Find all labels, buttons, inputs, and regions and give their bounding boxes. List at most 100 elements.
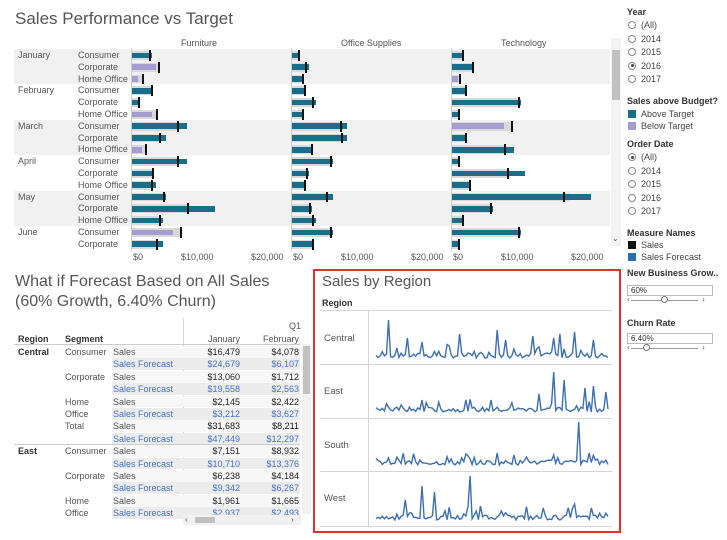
sales-bar[interactable] bbox=[451, 87, 465, 94]
scrollbar-thumb[interactable] bbox=[612, 50, 620, 100]
performance-scrollbar[interactable]: ⌄ bbox=[611, 38, 621, 246]
sales-bar[interactable] bbox=[451, 76, 458, 82]
measure-names-legend-item[interactable]: Sales Forecast bbox=[628, 252, 701, 262]
radio-icon[interactable] bbox=[628, 61, 636, 70]
slider-right-arrow-icon[interactable]: › bbox=[702, 295, 705, 304]
radio-icon[interactable] bbox=[628, 180, 636, 188]
measure-names-legend-item[interactable]: Sales bbox=[628, 240, 664, 250]
sales-bar[interactable] bbox=[451, 64, 472, 71]
sales-bar[interactable] bbox=[451, 205, 493, 212]
new-business-growth-slider-handle[interactable] bbox=[661, 296, 668, 303]
sales-bar[interactable] bbox=[131, 64, 156, 71]
year-option[interactable]: 2016 bbox=[628, 61, 661, 71]
target-marker bbox=[155, 109, 158, 120]
segment-cell: Home bbox=[65, 396, 90, 407]
sales-bar[interactable] bbox=[131, 217, 163, 224]
color-swatch-icon bbox=[628, 241, 636, 249]
order-date-option[interactable]: 2016 bbox=[628, 193, 661, 203]
sales-bar[interactable] bbox=[291, 158, 333, 165]
sales-bar[interactable] bbox=[131, 158, 187, 165]
order-date-option[interactable]: 2015 bbox=[628, 179, 661, 189]
sales-bar[interactable] bbox=[451, 135, 465, 141]
order-date-option[interactable]: 2017 bbox=[628, 206, 661, 216]
sales-bar[interactable] bbox=[451, 241, 458, 248]
forecast-vertical-scrollbar[interactable] bbox=[302, 344, 311, 514]
sales-bar[interactable] bbox=[131, 87, 152, 94]
churn-rate-slider[interactable] bbox=[631, 348, 698, 349]
sales-bar[interactable] bbox=[131, 170, 152, 177]
sales-bar[interactable] bbox=[291, 229, 333, 236]
region-sparkline-south[interactable] bbox=[372, 418, 612, 471]
radio-icon[interactable] bbox=[628, 75, 636, 83]
segment-label: Corporate bbox=[78, 132, 119, 143]
axis-tick-label: $20,000 bbox=[571, 252, 604, 262]
churn-rate-slider-handle[interactable] bbox=[643, 344, 650, 351]
order-date-option[interactable]: (All) bbox=[628, 152, 657, 162]
sales-bar[interactable] bbox=[291, 135, 347, 141]
churn-rate-input[interactable]: 6.40% bbox=[627, 333, 713, 344]
segment-label: Home Office bbox=[78, 73, 128, 84]
year-option[interactable]: (All) bbox=[628, 20, 657, 30]
target-marker bbox=[329, 156, 332, 167]
slider-left-arrow-icon[interactable]: ‹ bbox=[627, 343, 630, 352]
radio-icon[interactable] bbox=[628, 48, 636, 56]
sales-bar[interactable] bbox=[291, 111, 302, 118]
sales-bar[interactable] bbox=[451, 123, 504, 130]
region-sparkline-east[interactable] bbox=[372, 364, 612, 418]
sales-bar[interactable] bbox=[291, 52, 298, 59]
chevron-right-icon[interactable]: › bbox=[291, 515, 294, 524]
sales-bar[interactable] bbox=[451, 170, 525, 177]
jan-value-cell: $10,710 bbox=[207, 458, 240, 469]
order-date-option[interactable]: 2014 bbox=[628, 166, 661, 176]
sales-bar[interactable] bbox=[451, 52, 462, 59]
scrollbar-thumb[interactable] bbox=[195, 517, 215, 523]
radio-icon[interactable] bbox=[628, 207, 636, 215]
sales-bar[interactable] bbox=[131, 123, 187, 130]
radio-icon[interactable] bbox=[628, 21, 636, 29]
measure-cell: Sales Forecast bbox=[113, 384, 174, 395]
radio-icon[interactable] bbox=[628, 34, 636, 43]
sales-bar[interactable] bbox=[131, 76, 138, 82]
radio-icon[interactable] bbox=[628, 166, 636, 175]
sales-bar[interactable] bbox=[131, 205, 215, 212]
sales-bar[interactable] bbox=[131, 111, 152, 118]
chevron-down-icon[interactable]: ⌄ bbox=[612, 234, 619, 243]
new-business-growth-input[interactable]: 60% bbox=[627, 285, 713, 296]
option-label: (All) bbox=[641, 152, 657, 162]
sales-bar[interactable] bbox=[451, 182, 469, 189]
sales-bar[interactable] bbox=[131, 146, 142, 153]
sales-bar[interactable] bbox=[131, 194, 166, 200]
sales-bar[interactable] bbox=[291, 123, 347, 130]
region-sparkline-central[interactable] bbox=[372, 311, 612, 364]
region-sparkline-west[interactable] bbox=[372, 471, 612, 526]
sales-bar[interactable] bbox=[451, 99, 521, 106]
target-marker bbox=[465, 132, 467, 144]
sales-bar[interactable] bbox=[451, 217, 462, 224]
target-marker bbox=[329, 227, 332, 238]
year-option[interactable]: 2014 bbox=[628, 34, 661, 44]
year-option[interactable]: 2017 bbox=[628, 74, 661, 84]
radio-icon[interactable] bbox=[628, 193, 636, 202]
target-marker bbox=[187, 203, 189, 215]
target-marker bbox=[176, 120, 179, 132]
sales-bar[interactable] bbox=[131, 241, 163, 248]
sales-bar[interactable] bbox=[451, 229, 521, 236]
sales-bar[interactable] bbox=[131, 229, 173, 236]
sales-bar[interactable] bbox=[291, 146, 312, 153]
sales-bar[interactable] bbox=[451, 194, 591, 200]
region-label-central: Central bbox=[324, 333, 355, 344]
sales-bar[interactable] bbox=[451, 111, 458, 118]
sales-above-budget-legend-item[interactable]: Above Target bbox=[628, 109, 694, 119]
slider-left-arrow-icon[interactable]: ‹ bbox=[627, 295, 630, 304]
forecast-horizontal-scrollbar[interactable]: ‹ › bbox=[183, 515, 301, 525]
sales-above-budget-legend-item[interactable]: Below Target bbox=[628, 121, 693, 131]
sales-bar[interactable] bbox=[451, 158, 458, 165]
slider-right-arrow-icon[interactable]: › bbox=[702, 343, 705, 352]
sales-bar[interactable] bbox=[291, 76, 302, 82]
sales-bar[interactable] bbox=[291, 241, 312, 248]
year-option[interactable]: 2015 bbox=[628, 47, 661, 57]
radio-icon[interactable] bbox=[628, 153, 636, 161]
chevron-left-icon[interactable]: ‹ bbox=[185, 515, 188, 524]
scrollbar-thumb[interactable] bbox=[303, 346, 310, 394]
sales-bar[interactable] bbox=[131, 99, 138, 106]
